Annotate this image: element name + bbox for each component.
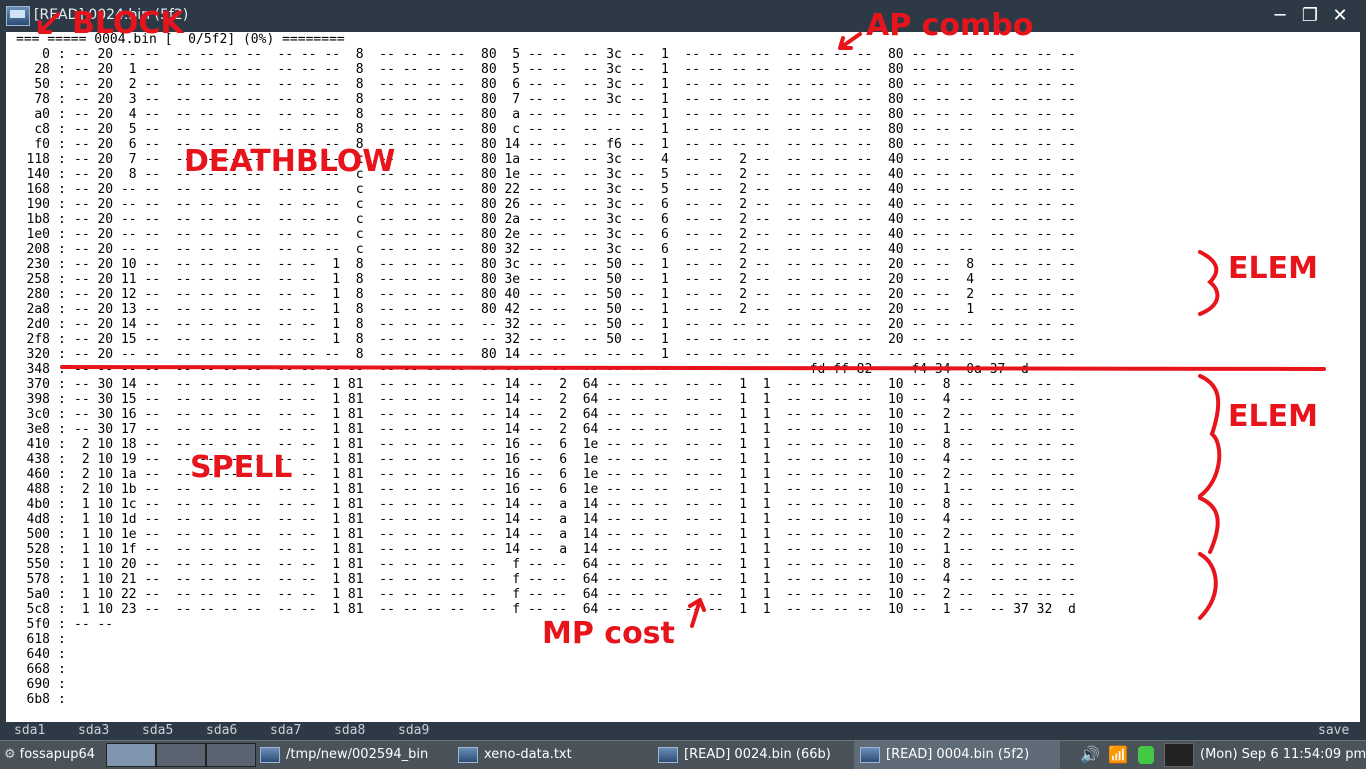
elem-brace-spell-3 <box>1198 552 1218 620</box>
taskbar: ⚙ fossapup64 /tmp/new/002594_bin xeno-dat… <box>0 740 1366 769</box>
task-read-0024[interactable]: [READ] 0024.bin (66b) <box>658 741 831 769</box>
cpu-graph-icon[interactable] <box>1164 741 1194 769</box>
start-menu-button[interactable]: ⚙ fossapup64 <box>4 741 95 769</box>
task-xeno-data[interactable]: xeno-data.txt <box>458 741 572 769</box>
task-read-0004-active[interactable]: [READ] 0004.bin (5f2) <box>854 741 1060 769</box>
task-label: /tmp/new/002594_bin <box>286 747 429 762</box>
desktop-pager-1[interactable] <box>106 743 156 767</box>
terminal-icon <box>658 746 678 763</box>
terminal-icon <box>458 746 478 763</box>
desktop-pager-2[interactable] <box>156 743 206 767</box>
start-label: fossapup64 <box>19 747 95 762</box>
elem-brace-spell-2 <box>1198 496 1220 554</box>
elem-brace-spell-1 <box>1198 374 1222 498</box>
clock[interactable]: (Mon) Sep 6 11:54:09 pm <box>1200 741 1366 769</box>
desktop-pager-3[interactable] <box>206 743 256 767</box>
terminal-icon <box>860 746 880 763</box>
gear-icon: ⚙ <box>4 747 16 762</box>
mp-cost-arrow <box>688 598 706 628</box>
elem-brace-top <box>1198 250 1220 316</box>
storage-icon[interactable] <box>1138 741 1154 769</box>
task-label: [READ] 0004.bin (5f2) <box>886 747 1030 762</box>
block-arrow <box>38 12 60 34</box>
task-label: [READ] 0024.bin (66b) <box>684 747 831 762</box>
ap-combo-arrow <box>838 32 862 50</box>
task-tmp-new[interactable]: /tmp/new/002594_bin <box>260 741 428 769</box>
network-icon[interactable]: 📶 <box>1108 741 1128 769</box>
block-divider-line <box>60 365 1326 371</box>
folder-icon <box>260 746 280 763</box>
task-label: xeno-data.txt <box>484 747 572 762</box>
volume-icon[interactable]: 🔊 <box>1080 741 1100 769</box>
annotation-drawing <box>38 12 1326 628</box>
